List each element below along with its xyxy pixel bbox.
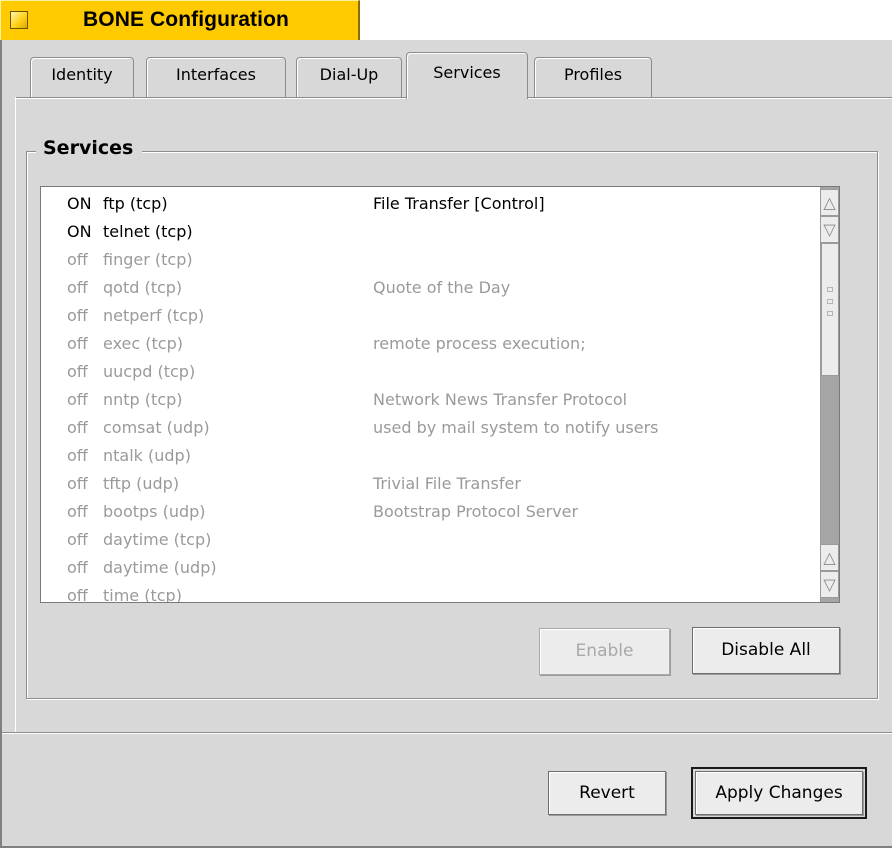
service-status: off [67,530,88,549]
service-status: off [67,446,88,465]
tab-label: Profiles [563,65,623,84]
service-name: uucpd (tcp) [103,362,196,381]
service-row[interactable]: off uucpd (tcp) [41,357,821,385]
apply-changes-button[interactable]: Apply Changes [691,767,867,819]
service-name: bootps (udp) [103,502,206,521]
service-name: ntalk (udp) [103,446,191,465]
service-row[interactable]: off finger (tcp) [41,245,821,273]
service-name: nntp (tcp) [103,390,183,409]
window-title: BONE Configuration [83,8,289,31]
service-status: off [67,306,88,325]
service-row[interactable]: off time (tcp) [41,581,821,603]
service-name: daytime (tcp) [103,530,212,549]
service-name: telnet (tcp) [103,222,193,241]
service-status: off [67,558,88,577]
service-status: off [67,418,88,437]
tab-identity[interactable]: Identity [30,57,134,99]
tab-body-edge [15,97,16,733]
close-box-icon[interactable] [10,11,28,29]
service-row[interactable]: off daytime (udp) [41,553,821,581]
service-name: tftp (udp) [103,474,180,493]
footer-separator-highlight [2,733,892,734]
disable-all-button[interactable]: Disable All [692,627,840,674]
scroll-up-arrow-icon[interactable]: △ [820,544,839,571]
service-description: Quote of the Day [373,278,511,297]
service-status: off [67,250,88,269]
service-description: Trivial File Transfer [373,474,521,493]
service-status: off [67,474,88,493]
tab-label: Interfaces [176,65,256,84]
service-row[interactable]: off netperf (tcp) [41,301,821,329]
tab-dial-up[interactable]: Dial-Up [296,57,402,99]
enable-button[interactable]: Enable [539,628,670,675]
service-row[interactable]: off bootps (udp) Bootstrap Protocol Server [41,497,821,525]
service-status: off [67,586,88,603]
scroll-down-arrow-icon[interactable]: ▽ [820,216,839,243]
service-name: daytime (udp) [103,558,217,577]
service-row[interactable]: off daytime (tcp) [41,525,821,553]
service-status: ON [67,222,92,241]
grip-icon [827,299,833,304]
service-name: ftp (tcp) [103,194,168,213]
service-name: finger (tcp) [103,250,193,269]
scroll-down-arrow-icon[interactable]: ▽ [820,571,839,598]
service-description: Bootstrap Protocol Server [373,502,579,521]
service-status: off [67,334,88,353]
services-group-title: Services [36,137,143,159]
service-row[interactable]: ON telnet (tcp) [41,217,821,245]
service-description: Network News Transfer Protocol [373,390,628,409]
service-row[interactable]: off ntalk (udp) [41,441,821,469]
tab-label: Services [433,63,501,82]
service-description: remote process execution; [373,334,586,353]
grip-icon [827,287,833,292]
tab-services[interactable]: Services [406,52,528,99]
service-description: File Transfer [Control] [373,194,545,213]
service-status: ON [67,194,92,213]
service-row[interactable]: off tftp (udp) Trivial File Transfer [41,469,821,497]
service-status: off [67,390,88,409]
service-name: time (tcp) [103,586,182,603]
service-status: off [67,278,88,297]
service-row[interactable]: ON ftp (tcp) File Transfer [Control] [41,189,821,217]
scroll-up-arrow-icon[interactable]: △ [820,189,839,216]
tab-interfaces[interactable]: Interfaces [146,57,286,99]
service-name: exec (tcp) [103,334,183,353]
scrollbar-thumb[interactable] [821,243,839,376]
tab-label: Identity [51,65,113,84]
service-name: netperf (tcp) [103,306,205,325]
window-title-tab[interactable]: BONE Configuration [0,0,360,40]
service-name: qotd (tcp) [103,278,183,297]
service-description: used by mail system to notify users [373,418,659,437]
service-row[interactable]: off comsat (udp) used by mail system to no… [41,413,821,441]
service-status: off [67,362,88,381]
revert-button[interactable]: Revert [548,771,666,815]
service-name: comsat (udp) [103,418,210,437]
services-list[interactable]: ON ftp (tcp) File Transfer [Control] ON teln… [40,186,840,603]
service-status: off [67,502,88,521]
tab-profiles[interactable]: Profiles [534,57,652,99]
service-row[interactable]: off exec (tcp) remote process execution; [41,329,821,357]
service-row[interactable]: off nntp (tcp) Network News Transfer Proto… [41,385,821,413]
tab-label: Dial-Up [319,65,379,84]
service-row[interactable]: off qotd (tcp) Quote of the Day [41,273,821,301]
grip-icon [827,311,833,316]
